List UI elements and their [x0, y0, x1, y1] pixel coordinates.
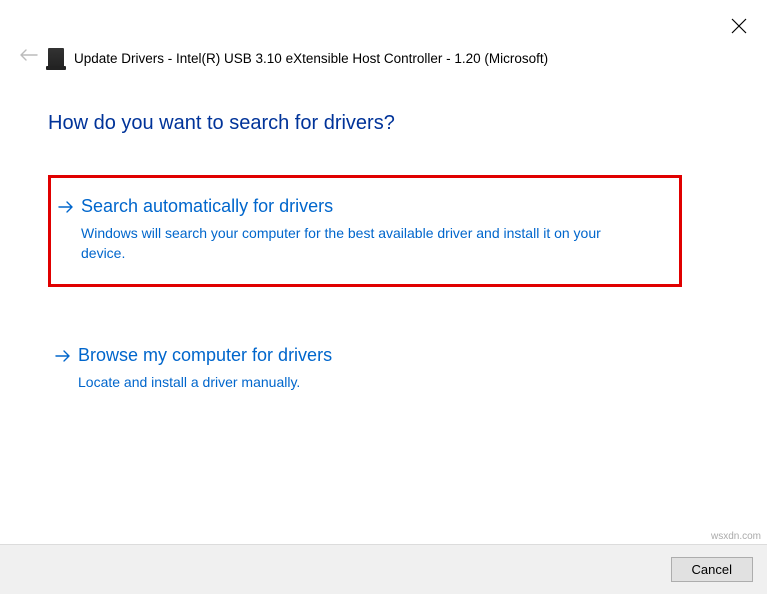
- options-list: Search automatically for drivers Windows…: [48, 175, 682, 452]
- option-search-auto[interactable]: Search automatically for drivers Windows…: [48, 175, 682, 287]
- back-arrow-icon[interactable]: [20, 48, 38, 64]
- option-title: Search automatically for drivers: [81, 196, 657, 217]
- option-description: Windows will search your computer for th…: [81, 223, 641, 264]
- page-prompt: How do you want to search for drivers?: [48, 112, 395, 135]
- option-browse-manual[interactable]: Browse my computer for drivers Locate an…: [48, 327, 682, 412]
- arrow-right-icon: [58, 200, 74, 218]
- watermark: wsxdn.com: [711, 531, 761, 542]
- option-description: Locate and install a driver manually.: [78, 372, 638, 392]
- cancel-button[interactable]: Cancel: [671, 557, 753, 582]
- device-icon: [48, 48, 64, 68]
- arrow-right-icon: [55, 349, 71, 367]
- window-title: Update Drivers - Intel(R) USB 3.10 eXten…: [74, 51, 548, 66]
- option-title: Browse my computer for drivers: [78, 345, 660, 366]
- footer-bar: Cancel: [0, 544, 767, 594]
- window-header: Update Drivers - Intel(R) USB 3.10 eXten…: [48, 48, 548, 68]
- close-icon[interactable]: [731, 18, 749, 36]
